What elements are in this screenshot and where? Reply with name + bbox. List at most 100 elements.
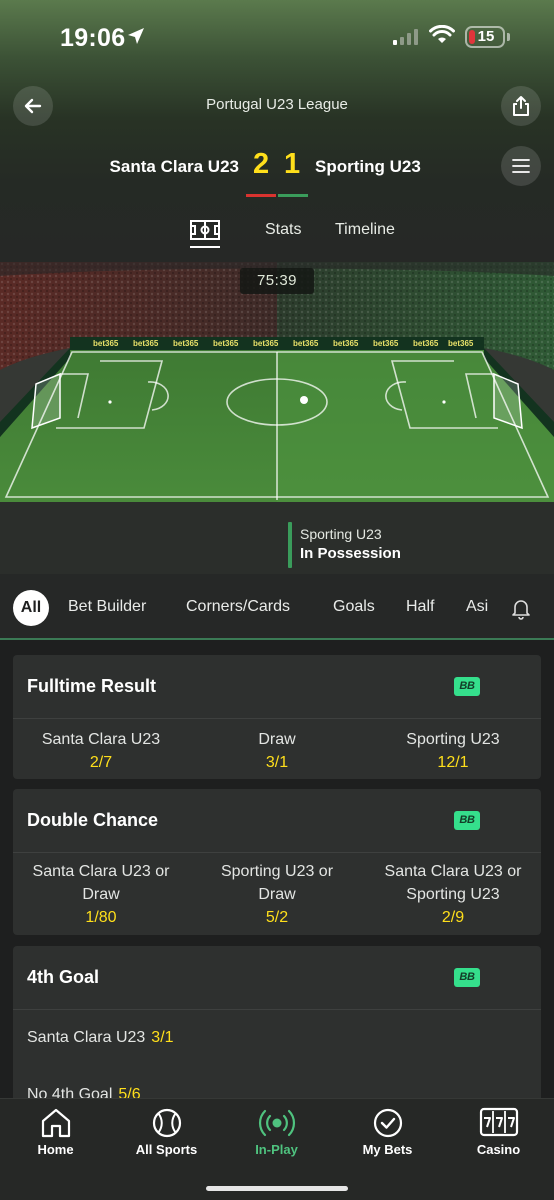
odds-cell-home-or-draw[interactable]: Santa Clara U23 or Draw 1/80 — [13, 860, 189, 929]
nav-label: All Sports — [135, 1142, 198, 1157]
filter-bet-builder[interactable]: Bet Builder — [68, 598, 146, 616]
market-4th-goal: 4th Goal BB Santa Clara U23 3/1 No 4th Go… — [13, 946, 541, 1106]
status-time: 19:06 — [60, 24, 126, 52]
live-icon — [258, 1109, 295, 1137]
market-filter-bar: All Bet Builder Corners/Cards Goals Half… — [0, 574, 554, 640]
odds-cell-home-or-away[interactable]: Santa Clara U23 or Sporting U23 2/9 — [365, 860, 541, 929]
filter-asian[interactable]: Asi — [466, 598, 488, 616]
match-header: 19:06 15 Portugal U23 League Santa Clara — [0, 0, 554, 262]
market-header[interactable]: 4th Goal BB — [13, 946, 541, 1010]
filter-half[interactable]: Half — [406, 598, 434, 616]
possession-indicator — [288, 522, 292, 568]
away-color-bar — [278, 194, 308, 197]
svg-text:bet365: bet365 — [213, 339, 239, 348]
filter-goals[interactable]: Goals — [333, 598, 375, 616]
selection-name: Sporting U23 — [406, 731, 500, 748]
battery-icon: 15 — [465, 26, 505, 48]
selection-name: Santa Clara U23 — [27, 1029, 146, 1046]
location-arrow-icon — [128, 28, 144, 44]
selection-odds: 1/80 — [85, 909, 117, 926]
odds-cell-draw[interactable]: Draw 3/1 — [189, 728, 365, 774]
bet-builder-badge: BB — [454, 811, 480, 830]
bet-builder-badge: BB — [454, 677, 480, 696]
cellular-signal-icon — [393, 28, 418, 45]
nav-in-play[interactable]: In-Play — [221, 1099, 332, 1169]
odds-cell-away-or-draw[interactable]: Sporting U23 or Draw 5/2 — [189, 860, 365, 929]
selection-name-line1: Santa Clara U23 or — [384, 863, 522, 880]
nav-label: In-Play — [255, 1142, 298, 1157]
selection-name-line1: Sporting U23 or — [220, 863, 334, 880]
home-team-name: Santa Clara U23 — [109, 157, 239, 176]
home-score: 2 — [253, 148, 270, 180]
filter-corners-cards[interactable]: Corners/Cards — [186, 598, 290, 616]
selection-name-line2: Sporting U23 — [406, 886, 500, 903]
ball-icon — [152, 1108, 181, 1138]
selection-name: Santa Clara U23 — [41, 731, 161, 748]
svg-text:bet365: bet365 — [173, 339, 199, 348]
nav-label: Home — [37, 1142, 74, 1157]
tab-pitch[interactable] — [190, 220, 222, 248]
svg-text:bet365: bet365 — [133, 339, 159, 348]
market-fulltime-result: Fulltime Result BB Santa Clara U23 2/7 D… — [13, 655, 541, 779]
share-button[interactable] — [501, 86, 541, 126]
selection-odds: 3/1 — [265, 754, 289, 771]
stadium-graphic: bet365 bet365 bet365 bet365 bet365 bet365 be… — [0, 262, 554, 574]
possession-label: In Possession — [300, 545, 401, 562]
svg-text:bet365: bet365 — [93, 339, 119, 348]
market-title: Fulltime Result — [27, 676, 157, 696]
home-icon — [41, 1108, 70, 1138]
status-bar: 19:06 15 — [0, 0, 554, 78]
nav-label: Casino — [476, 1142, 521, 1157]
market-title: Double Chance — [27, 810, 159, 830]
bottom-nav: Home All Sports In-Play My Bets Casino — [0, 1098, 554, 1200]
svg-text:bet365: bet365 — [253, 339, 279, 348]
selection-odds: 2/7 — [89, 754, 113, 771]
svg-text:bet365: bet365 — [413, 339, 439, 348]
league-title: Portugal U23 League — [206, 96, 348, 113]
tab-timeline[interactable]: Timeline — [335, 221, 395, 239]
selection-odds: 5/2 — [265, 909, 289, 926]
possession-team: Sporting U23 — [300, 526, 382, 542]
market-title: 4th Goal — [27, 967, 100, 987]
away-score: 1 — [284, 148, 301, 180]
market-header[interactable]: Fulltime Result BB — [13, 655, 541, 719]
selection-name-line1: Santa Clara U23 or — [32, 863, 170, 880]
hamburger-icon — [512, 159, 530, 173]
match-visualisation: bet365 bet365 bet365 bet365 bet365 bet365 be… — [0, 262, 554, 574]
selection-name: Draw — [258, 731, 296, 748]
bet-builder-badge: BB — [454, 968, 480, 987]
odds-row: Santa Clara U23 or Draw 1/80 Sporting U2… — [13, 853, 541, 929]
filter-all[interactable]: All — [13, 590, 49, 626]
selection-odds: 3/1 — [151, 1029, 174, 1046]
menu-button[interactable] — [501, 146, 541, 186]
selection-name-line2: Draw — [258, 886, 296, 903]
svg-text:bet365: bet365 — [448, 339, 474, 348]
away-team-name: Sporting U23 — [315, 157, 421, 176]
odds-cell-away[interactable]: Sporting U23 12/1 — [365, 728, 541, 774]
home-indicator — [206, 1186, 348, 1191]
battery-level: 15 — [477, 28, 495, 45]
odds-cell-home[interactable]: Santa Clara U23 2/7 — [13, 728, 189, 774]
nav-my-bets[interactable]: My Bets — [332, 1099, 443, 1169]
nav-casino[interactable]: Casino — [443, 1099, 554, 1169]
wifi-icon — [429, 25, 455, 43]
bell-icon[interactable] — [511, 598, 531, 620]
tab-stats[interactable]: Stats — [265, 221, 301, 239]
battery-tip — [507, 33, 510, 41]
market-header[interactable]: Double Chance BB — [13, 789, 541, 853]
selection-odds: 12/1 — [437, 754, 469, 771]
slot-icon — [479, 1107, 518, 1137]
home-color-bar — [246, 194, 276, 197]
selection-row[interactable]: Santa Clara U23 3/1 — [27, 1029, 174, 1047]
check-circle-icon — [373, 1108, 402, 1138]
tab-active-underline — [190, 246, 220, 248]
market-double-chance: Double Chance BB Santa Clara U23 or Draw… — [13, 789, 541, 935]
nav-label: My Bets — [362, 1142, 413, 1157]
ball-icon — [300, 396, 308, 404]
nav-all-sports[interactable]: All Sports — [111, 1099, 222, 1169]
odds-row: Santa Clara U23 2/7 Draw 3/1 Sporting U2… — [13, 719, 541, 774]
match-tabs: Stats Timeline — [0, 220, 554, 260]
selection-name-line2: Draw — [82, 886, 120, 903]
scoreboard: Santa Clara U23 2 1 Sporting U23 — [0, 148, 554, 188]
nav-home[interactable]: Home — [0, 1099, 111, 1169]
